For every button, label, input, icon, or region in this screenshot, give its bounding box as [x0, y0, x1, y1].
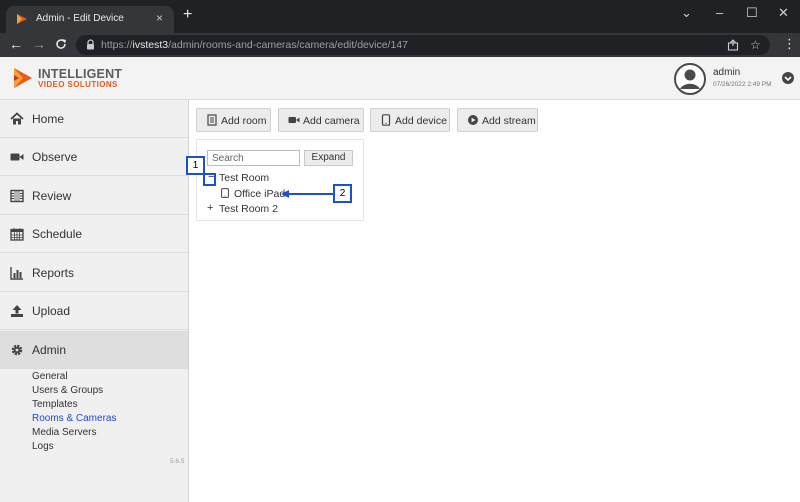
add-room-button[interactable]: Add room [196, 108, 271, 132]
main-content: Add room Add camera Add device Add strea… [186, 100, 800, 502]
browser-menu-icon[interactable]: ⋮ [783, 36, 796, 52]
address-bar[interactable]: https://ivstest3/admin/rooms-and-cameras… [76, 35, 770, 55]
sidebar-item-label: Home [32, 112, 65, 126]
film-icon [10, 189, 24, 203]
add-camera-button[interactable]: Add camera [278, 108, 364, 132]
user-name: admin [713, 67, 741, 78]
minimize-button[interactable]: – [716, 5, 723, 20]
gear-icon [11, 344, 23, 356]
expand-toggle-test-room-2[interactable]: + [207, 203, 213, 214]
sidebar-item-schedule[interactable]: Schedule [0, 215, 188, 253]
annotation-callout-2: 2 [333, 184, 352, 203]
sidebar-item-label: Admin [32, 343, 67, 357]
play-logo-icon [17, 14, 27, 24]
share-icon[interactable] [727, 39, 739, 51]
logo-title: INTELLIGENT [38, 67, 123, 81]
avatar[interactable] [674, 63, 706, 95]
logo-subtitle: VIDEO SOLUTIONS [38, 80, 118, 89]
ivs-logo-icon [14, 68, 32, 88]
app-header: INTELLIGENT VIDEO SOLUTIONS admin 07/26/… [0, 57, 800, 100]
maximize-button[interactable]: ☐ [746, 5, 758, 21]
tab-title: Admin - Edit Device [36, 13, 124, 24]
sidebar-item-upload[interactable]: Upload [0, 292, 188, 330]
url-text: https://ivstest3/admin/rooms-and-cameras… [101, 39, 408, 51]
lock-icon[interactable] [86, 39, 95, 50]
browser-titlebar: Admin - Edit Device × + ⌄ – ☐ ✕ [0, 0, 800, 33]
play-circle-icon [468, 115, 478, 125]
sidebar-item-label: Observe [32, 150, 78, 164]
close-window-button[interactable]: ✕ [778, 5, 789, 21]
new-tab-button[interactable]: + [183, 7, 192, 23]
sidebar-item-observe[interactable]: Observe [0, 138, 188, 176]
sidebar-item-reports[interactable]: Reports [0, 254, 188, 292]
forward-icon[interactable]: → [32, 36, 46, 52]
admin-link-rooms-cameras[interactable]: Rooms & Cameras [32, 413, 116, 424]
tree-node-test-room[interactable]: Test Room [219, 172, 269, 184]
sidebar-item-label: Schedule [32, 227, 83, 241]
admin-link-users-groups[interactable]: Users & Groups [32, 385, 103, 396]
calendar-icon [10, 228, 24, 241]
tab-close-icon[interactable]: × [156, 11, 163, 25]
browser-toolbar: ← → https://ivstest3/admin/rooms-and-cam… [0, 33, 800, 57]
admin-link-media-servers[interactable]: Media Servers [32, 427, 96, 438]
room-tree-panel: Expand − Test Room Office iPad + Test Ro… [196, 139, 364, 221]
search-input[interactable] [207, 150, 300, 166]
sidebar-item-label: Review [32, 189, 72, 203]
expand-button[interactable]: Expand [304, 150, 353, 166]
version-label: 5.6.5 [170, 458, 185, 465]
tablet-icon [221, 188, 229, 198]
back-icon[interactable]: ← [9, 36, 23, 52]
bookmark-star-icon[interactable]: ☆ [750, 38, 761, 52]
upload-icon [11, 305, 23, 317]
add-camera-label: Add camera [303, 115, 360, 127]
video-camera-icon [10, 153, 24, 161]
add-device-button[interactable]: Add device [370, 108, 450, 132]
chevron-down-icon[interactable] [782, 72, 794, 84]
add-device-label: Add device [395, 115, 447, 127]
sidebar-item-review[interactable]: Review [0, 177, 188, 215]
bar-chart-icon [10, 267, 23, 280]
tab-search-icon[interactable]: ⌄ [681, 5, 692, 21]
admin-link-logs[interactable]: Logs [32, 441, 54, 452]
sidebar: Home Observe Review Schedule Reports Upl… [0, 100, 189, 502]
sidebar-item-label: Upload [32, 304, 71, 318]
browser-tab[interactable]: Admin - Edit Device × [6, 6, 174, 33]
add-room-label: Add room [221, 115, 267, 127]
admin-link-general[interactable]: General [32, 371, 68, 382]
sidebar-item-label: Reports [32, 266, 75, 280]
sidebar-item-admin[interactable]: Admin [0, 331, 188, 369]
home-icon [10, 112, 24, 125]
sidebar-item-home[interactable]: Home [0, 100, 188, 138]
add-stream-button[interactable]: Add stream [457, 108, 538, 132]
add-stream-label: Add stream [482, 115, 536, 127]
tablet-icon [381, 114, 391, 126]
tree-node-office-ipad[interactable]: Office iPad [234, 188, 285, 200]
tree-node-test-room-2[interactable]: Test Room 2 [219, 203, 278, 215]
admin-link-templates[interactable]: Templates [32, 399, 78, 410]
annotation-highlight-box [203, 173, 216, 186]
reload-icon[interactable] [55, 38, 67, 50]
user-timestamp: 07/26/2022 2:49 PM [713, 81, 772, 88]
room-icon [207, 114, 217, 126]
video-camera-icon [288, 117, 300, 123]
